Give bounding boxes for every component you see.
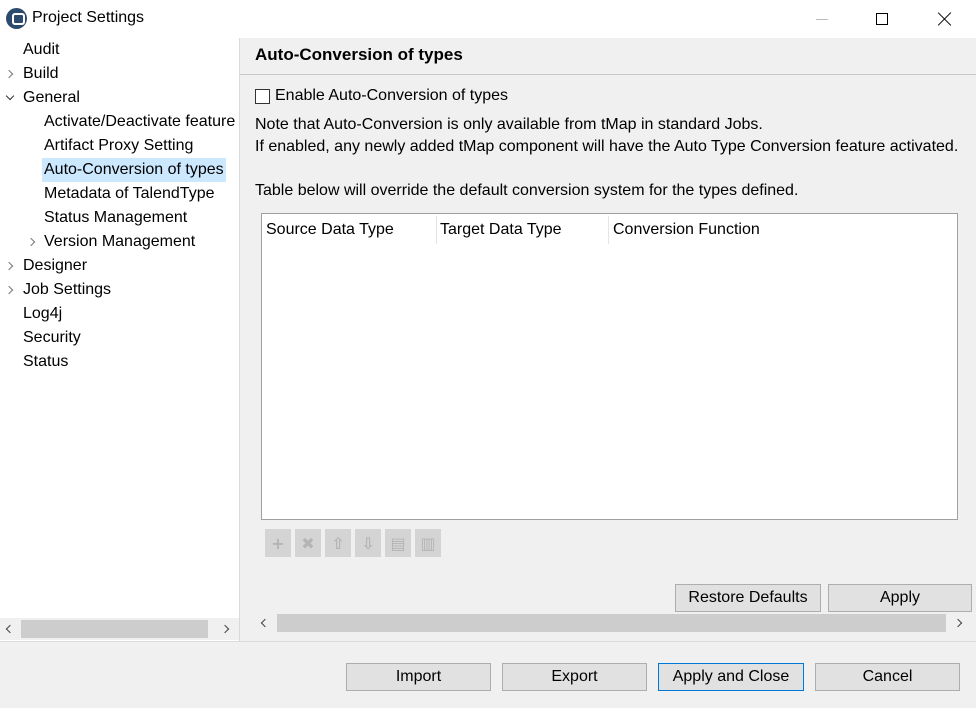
- column-header-target-data-type[interactable]: Target Data Type: [436, 214, 608, 246]
- tree-item-version-management[interactable]: Version Management: [44, 230, 195, 254]
- chevron-right-icon: [953, 618, 963, 628]
- tree-item-designer[interactable]: Designer: [23, 254, 87, 278]
- tree-item-job-settings[interactable]: Job Settings: [23, 278, 111, 302]
- scroll-left-button[interactable]: [0, 618, 20, 640]
- scrollbar-thumb[interactable]: [277, 614, 946, 632]
- enable-auto-conversion-checkbox-row[interactable]: Enable Auto-Conversion of types: [255, 86, 508, 106]
- chevron-right-icon[interactable]: [4, 69, 14, 79]
- restore-defaults-button[interactable]: Restore Defaults: [675, 584, 821, 612]
- title-bar: Project Settings: [0, 0, 976, 38]
- add-button[interactable]: +: [265, 529, 291, 557]
- tree-item-label: Audit: [23, 41, 60, 58]
- chevron-left-icon: [260, 618, 270, 628]
- tree-item-label: Job Settings: [23, 281, 112, 298]
- copy-button[interactable]: ▤: [385, 529, 411, 557]
- minimize-icon: [816, 18, 828, 20]
- tree-item-artifact-proxy-setting[interactable]: Artifact Proxy Setting: [44, 134, 193, 158]
- move-up-button[interactable]: ⇧: [325, 529, 351, 557]
- tree-item-label: Security: [23, 329, 81, 346]
- cancel-button[interactable]: Cancel: [815, 663, 960, 691]
- paste-icon: ▥: [420, 533, 436, 553]
- tree-item-label: Status Management: [44, 209, 188, 226]
- tree-item-label: Build: [23, 65, 59, 82]
- tree-item-activate-deactivate-feature[interactable]: Activate/Deactivate feature: [44, 110, 235, 134]
- tree-item-label: Log4j: [23, 305, 63, 322]
- tree-item-label: Status: [23, 353, 69, 370]
- scroll-left-button[interactable]: [255, 612, 275, 634]
- tree-item-label: Activate/Deactivate feature: [44, 113, 236, 130]
- column-header-source-data-type[interactable]: Source Data Type: [262, 214, 436, 246]
- close-button[interactable]: [915, 0, 975, 38]
- paste-button[interactable]: ▥: [415, 529, 441, 557]
- tree-item-label: Version Management: [44, 233, 196, 250]
- page-horizontal-scrollbar[interactable]: [255, 612, 976, 634]
- tree-item-audit[interactable]: Audit: [23, 38, 59, 62]
- remove-icon: ✖: [301, 533, 315, 553]
- tree-item-general[interactable]: General: [23, 86, 80, 110]
- conversion-table[interactable]: Source Data Type Target Data Type Conver…: [261, 213, 958, 520]
- remove-button[interactable]: ✖: [295, 529, 321, 557]
- page-title: Auto-Conversion of types: [255, 45, 463, 64]
- chevron-right-icon[interactable]: [4, 285, 14, 295]
- tree-item-label: Artifact Proxy Setting: [44, 137, 194, 154]
- minimize-button[interactable]: [792, 0, 852, 38]
- settings-tree: Audit Build General Activate/Deactivate …: [0, 38, 239, 641]
- maximize-button[interactable]: [852, 0, 912, 38]
- move-up-icon: ⇧: [331, 533, 345, 553]
- footer-divider: [0, 641, 976, 642]
- tree-item-label: Metadata of TalendType: [44, 185, 215, 202]
- chevron-left-icon: [5, 624, 15, 634]
- tree-item-security[interactable]: Security: [23, 326, 81, 350]
- tree-item-metadata-of-talendtype[interactable]: Metadata of TalendType: [44, 182, 215, 206]
- app-logo-icon: [6, 8, 27, 29]
- chevron-right-icon[interactable]: [4, 261, 14, 271]
- tree-item-label: Designer: [23, 257, 88, 274]
- scrollbar-thumb[interactable]: [21, 620, 208, 638]
- column-header-conversion-function[interactable]: Conversion Function: [609, 214, 909, 246]
- tree-horizontal-scrollbar[interactable]: [0, 618, 239, 640]
- add-icon: +: [271, 533, 285, 553]
- import-button[interactable]: Import: [346, 663, 491, 691]
- tree-item-auto-conversion-of-types[interactable]: Auto-Conversion of types: [42, 158, 226, 182]
- note-line-2: If enabled, any newly added tMap compone…: [255, 138, 959, 155]
- tree-item-label: General: [23, 89, 80, 106]
- note-line-3: Table below will override the default co…: [255, 182, 799, 199]
- apply-and-close-button[interactable]: Apply and Close: [658, 663, 804, 691]
- scroll-right-button[interactable]: [948, 612, 968, 634]
- move-down-button[interactable]: ⇩: [355, 529, 381, 557]
- checkbox-label: Enable Auto-Conversion of types: [275, 87, 509, 104]
- apply-button[interactable]: Apply: [828, 584, 972, 612]
- tree-item-label: Auto-Conversion of types: [44, 161, 224, 178]
- window-title: Project Settings: [32, 9, 145, 26]
- settings-page: Auto-Conversion of types Enable Auto-Con…: [240, 38, 976, 641]
- tree-item-build[interactable]: Build: [23, 62, 59, 86]
- maximize-icon: [876, 13, 888, 25]
- chevron-down-icon[interactable]: [5, 91, 15, 101]
- title-divider: [240, 74, 976, 75]
- enable-auto-conversion-checkbox[interactable]: [255, 88, 270, 104]
- note-line-1: Note that Auto-Conversion is only availa…: [255, 116, 763, 133]
- tree-item-log4j[interactable]: Log4j: [23, 302, 62, 326]
- tree-item-status[interactable]: Status: [23, 350, 68, 374]
- chevron-right-icon: [220, 624, 230, 634]
- close-icon: [938, 12, 952, 26]
- export-button[interactable]: Export: [502, 663, 647, 691]
- move-down-icon: ⇩: [361, 533, 375, 553]
- tree-item-status-management[interactable]: Status Management: [44, 206, 187, 230]
- scroll-right-button[interactable]: [215, 618, 235, 640]
- copy-icon: ▤: [390, 533, 406, 553]
- chevron-right-icon[interactable]: [26, 237, 36, 247]
